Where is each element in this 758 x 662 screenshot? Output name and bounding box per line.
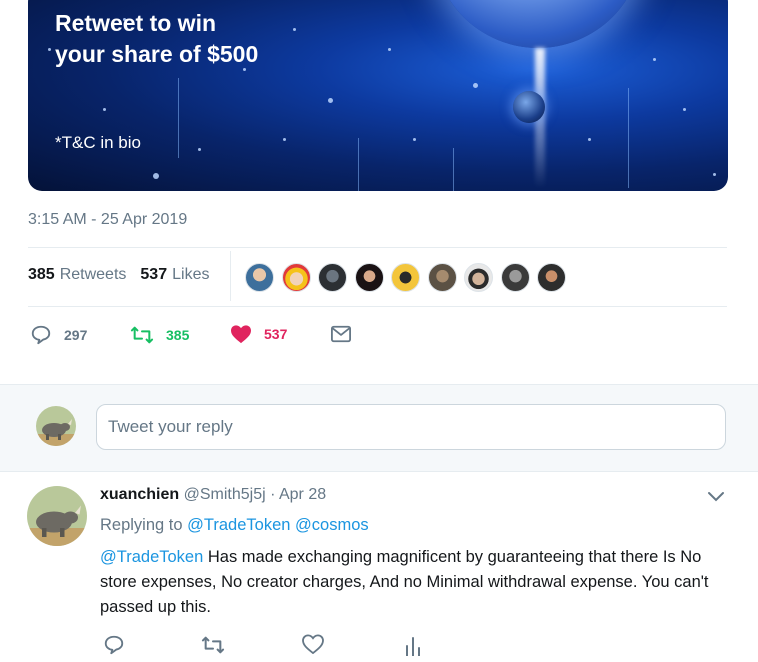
like-count: 537 <box>264 326 288 342</box>
star <box>413 138 416 141</box>
star <box>198 148 201 151</box>
promo-image[interactable]: Retweet to win your share of $500 *T&C i… <box>28 0 728 191</box>
retweet-icon <box>130 326 154 344</box>
light-streak <box>358 138 359 191</box>
light-streak <box>628 88 629 188</box>
reply-date[interactable]: · Apr 28 <box>270 486 326 503</box>
avatar[interactable] <box>464 263 493 292</box>
star <box>153 173 159 179</box>
tweet-actions: 297 385 537 <box>30 324 430 348</box>
reply-actions <box>100 634 500 658</box>
retweets-count: 385 <box>28 266 55 283</box>
reply-icon <box>31 325 51 345</box>
star <box>683 108 686 111</box>
star <box>388 48 391 51</box>
avatar[interactable] <box>27 486 87 546</box>
star <box>328 98 333 103</box>
star <box>473 83 478 88</box>
promo-headline: Retweet to win your share of $500 <box>55 8 258 70</box>
reply-handle[interactable]: @Smith5j5j <box>184 486 266 503</box>
mention-link[interactable]: @TradeToken <box>100 548 203 566</box>
more-options-button[interactable] <box>707 490 725 508</box>
avatar[interactable] <box>318 263 347 292</box>
reply-icon <box>104 635 124 655</box>
divider <box>28 306 727 307</box>
light-streak <box>178 78 179 158</box>
replying-to-link[interactable]: @cosmos <box>295 516 369 534</box>
avatar[interactable] <box>281 263 311 292</box>
retweet-icon <box>201 636 225 654</box>
avatar[interactable] <box>36 406 76 446</box>
retweet-count: 385 <box>166 327 190 343</box>
like-button[interactable] <box>302 634 324 659</box>
chevron-down-icon <box>708 492 724 502</box>
reply-button[interactable]: 297 <box>30 324 87 346</box>
light-streak <box>453 148 454 191</box>
avatar[interactable] <box>500 263 530 292</box>
star <box>48 48 51 51</box>
likers-avatars <box>245 263 574 292</box>
reply-input[interactable]: Tweet your reply <box>96 404 726 450</box>
reply-display-name[interactable]: xuanchien <box>100 486 179 503</box>
star <box>588 138 591 141</box>
rhino-avatar-image <box>27 486 87 546</box>
like-button[interactable]: 537 <box>230 324 287 344</box>
promo-terms: *T&C in bio <box>55 133 141 152</box>
star <box>103 108 106 111</box>
star <box>293 28 296 31</box>
analytics-button[interactable] <box>405 636 421 661</box>
divider <box>28 247 727 248</box>
promo-headline-line-1: Retweet to win <box>55 10 217 36</box>
replying-to: Replying to @TradeToken @cosmos <box>100 516 369 535</box>
replying-to-link[interactable]: @TradeToken <box>187 516 290 534</box>
likes-stat[interactable]: 537 Likes <box>140 266 209 284</box>
planet-graphic <box>433 0 643 48</box>
retweets-label: Retweets <box>59 266 127 283</box>
retweet-button[interactable]: 385 <box>130 324 189 346</box>
moon-graphic <box>513 91 545 123</box>
reply-text: @TradeToken Has made exchanging magnific… <box>100 545 740 620</box>
envelope-icon <box>331 325 351 343</box>
star <box>713 173 716 176</box>
tweet-stats: 385 Retweets 537 Likes <box>28 266 209 284</box>
star <box>283 138 286 141</box>
direct-message-button[interactable] <box>330 324 364 344</box>
bar-chart-icon <box>406 637 420 657</box>
divider <box>230 251 231 301</box>
likes-count: 537 <box>140 266 168 283</box>
star <box>653 58 656 61</box>
rhino-avatar-image <box>36 406 76 446</box>
reply-count: 297 <box>64 327 88 343</box>
tweet-timestamp[interactable]: 3:15 AM - 25 Apr 2019 <box>28 211 187 229</box>
avatar[interactable] <box>537 263 566 292</box>
likes-label: Likes <box>172 266 210 283</box>
retweet-button[interactable] <box>201 634 225 661</box>
retweets-stat[interactable]: 385 Retweets <box>28 266 126 284</box>
avatar[interactable] <box>354 263 384 292</box>
avatar[interactable] <box>391 263 420 292</box>
heart-filled-icon <box>231 325 251 344</box>
avatar[interactable] <box>427 263 457 292</box>
replying-prefix: Replying to <box>100 516 183 534</box>
heart-icon <box>302 634 324 655</box>
reply-button[interactable] <box>103 634 125 661</box>
promo-headline-line-2: your share of $500 <box>55 41 259 67</box>
reply-header: xuanchien @Smith5j5j · Apr 28 <box>100 486 326 504</box>
avatar[interactable] <box>245 263 274 292</box>
